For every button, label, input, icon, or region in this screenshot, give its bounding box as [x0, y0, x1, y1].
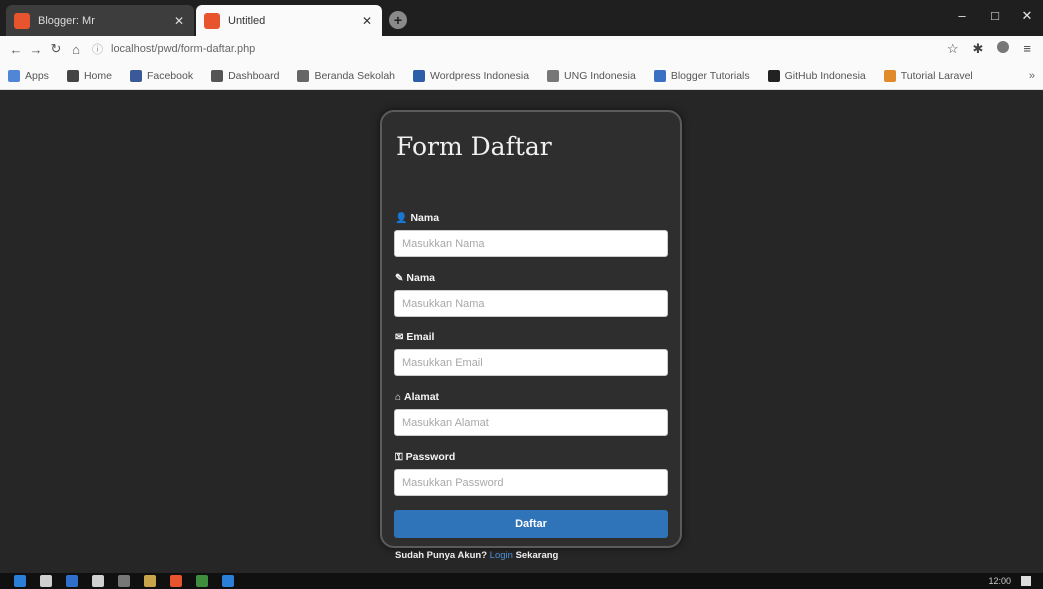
- register-button[interactable]: Daftar: [394, 510, 668, 538]
- password-field[interactable]: [394, 469, 668, 496]
- page-favicon-icon: [204, 12, 220, 29]
- toolbar-actions: ☆ ✱ ≡: [947, 41, 1031, 57]
- bookmark-label: GitHub Indonesia: [784, 69, 866, 82]
- close-icon[interactable]: ✕: [360, 14, 374, 28]
- password-label: ⚿ Password: [395, 451, 456, 463]
- login-link[interactable]: Login: [490, 550, 513, 561]
- notification-icon[interactable]: [1021, 576, 1031, 586]
- bookmark-label: Home: [83, 69, 112, 82]
- extension-icon[interactable]: ✱: [973, 41, 984, 57]
- start-menu-icon[interactable]: [14, 575, 26, 587]
- lock-icon: ⚿: [395, 451, 403, 463]
- bookmark-favicon-icon: [66, 69, 79, 82]
- bookmark-favicon-icon: [883, 69, 896, 82]
- tab-title: Untitled: [228, 14, 266, 27]
- address-field[interactable]: [394, 409, 668, 436]
- os-taskbar: 12:00: [0, 573, 1043, 589]
- register-form-card: Form Daftar 👤 Nama ✎ Nama ✉ Email ⌂ Alam…: [380, 110, 682, 561]
- pencil-icon: ✎: [395, 272, 404, 284]
- tab-inactive[interactable]: Blogger: Mr ✕: [6, 5, 194, 36]
- bookmark-label: Wordpress Indonesia: [430, 69, 530, 82]
- taskbar-app-icon[interactable]: [40, 575, 52, 587]
- bookmark-favicon-icon: [653, 69, 666, 82]
- bookmark-label: Tutorial Laravel: [900, 69, 973, 82]
- home-icon: ⌂: [395, 391, 402, 403]
- close-icon[interactable]: ✕: [172, 14, 186, 28]
- bookmark-label: Blogger Tutorials: [670, 69, 750, 82]
- menu-icon[interactable]: ≡: [1023, 41, 1031, 57]
- taskbar-app-icon[interactable]: [66, 575, 78, 587]
- taskbar-app-icon[interactable]: [170, 575, 182, 587]
- bookmarks-overflow-icon[interactable]: »: [1029, 70, 1035, 82]
- home-icon[interactable]: ⌂: [66, 42, 86, 57]
- bookmark-favicon-icon: [413, 69, 426, 82]
- bookmark-item[interactable]: Apps: [8, 69, 49, 82]
- bookmark-item[interactable]: Home: [66, 69, 112, 82]
- taskbar-app-icon[interactable]: [118, 575, 130, 587]
- bookmark-item[interactable]: UNG Indonesia: [547, 69, 636, 82]
- avatar[interactable]: [997, 41, 1010, 53]
- email-label: ✉ Email: [395, 331, 435, 343]
- bookmark-label: Beranda Sekolah: [314, 69, 396, 82]
- browser-toolbar: ← → ↻ ⌂ ⓘ localhost/pwd/form-daftar.php …: [0, 36, 1043, 62]
- taskbar-app-icon[interactable]: [196, 575, 208, 587]
- close-window-button[interactable]: ✕: [1012, 4, 1042, 28]
- info-icon[interactable]: ⓘ: [92, 41, 103, 57]
- login-prompt: Sudah Punya Akun? Login Sekarang: [395, 550, 559, 561]
- system-tray: 12:00: [988, 576, 1031, 586]
- tab-title: Blogger: Mr: [38, 14, 95, 27]
- bookmark-star-icon[interactable]: ☆: [947, 41, 959, 57]
- clock[interactable]: 12:00: [988, 576, 1011, 586]
- bookmark-item[interactable]: Tutorial Laravel: [883, 69, 973, 82]
- taskbar-app-icon[interactable]: [144, 575, 156, 587]
- bookmark-label: Facebook: [146, 69, 194, 82]
- bookmark-favicon-icon: [129, 69, 142, 82]
- form-title: Form Daftar: [396, 132, 552, 161]
- bookmark-label: Apps: [25, 69, 49, 82]
- envelope-icon: ✉: [395, 331, 404, 343]
- bookmarks-bar: Apps Home Facebook Dashboard Beranda Sekolah…: [0, 62, 1043, 90]
- username-label: ✎ Nama: [395, 272, 435, 284]
- user-icon: 👤: [395, 212, 408, 224]
- bookmark-favicon-icon: [8, 69, 20, 82]
- address-bar[interactable]: ⓘ localhost/pwd/form-daftar.php: [92, 41, 947, 57]
- username-field[interactable]: [394, 290, 668, 317]
- tab-active[interactable]: Untitled ✕: [196, 5, 382, 36]
- bookmark-favicon-icon: [767, 69, 780, 82]
- bookmark-favicon-icon: [211, 69, 224, 82]
- bookmark-item[interactable]: Facebook: [129, 69, 194, 82]
- minimize-button[interactable]: –: [947, 4, 977, 28]
- plus-icon[interactable]: +: [389, 11, 407, 29]
- bookmark-item[interactable]: GitHub Indonesia: [767, 69, 866, 82]
- bookmark-item[interactable]: Dashboard: [211, 69, 280, 82]
- bookmark-label: UNG Indonesia: [564, 69, 636, 82]
- back-arrow-icon[interactable]: ←: [6, 42, 26, 57]
- maximize-button[interactable]: □: [980, 4, 1010, 28]
- reload-icon[interactable]: ↻: [46, 41, 66, 57]
- bookmark-item[interactable]: Blogger Tutorials: [653, 69, 750, 82]
- taskbar-app-icon[interactable]: [92, 575, 104, 587]
- name-field[interactable]: [394, 230, 668, 257]
- page-viewport: Form Daftar 👤 Nama ✎ Nama ✉ Email ⌂ Alam…: [0, 90, 1043, 573]
- taskbar-app-icon[interactable]: [222, 575, 234, 587]
- bookmark-favicon-icon: [297, 69, 310, 82]
- address-label: ⌂ Alamat: [395, 391, 440, 403]
- forward-arrow-icon[interactable]: →: [26, 42, 46, 57]
- browser-tab-strip: Blogger: Mr ✕ Untitled ✕ + – □ ✕: [0, 0, 1043, 36]
- bookmark-label: Dashboard: [228, 69, 280, 82]
- url-text: localhost/pwd/form-daftar.php: [111, 43, 256, 55]
- bookmark-favicon-icon: [547, 69, 560, 82]
- blogger-icon: [14, 12, 30, 29]
- bookmark-item[interactable]: Beranda Sekolah: [297, 69, 396, 82]
- bookmark-item[interactable]: Wordpress Indonesia: [413, 69, 530, 82]
- name-label: 👤 Nama: [395, 212, 440, 224]
- email-field[interactable]: [394, 349, 668, 376]
